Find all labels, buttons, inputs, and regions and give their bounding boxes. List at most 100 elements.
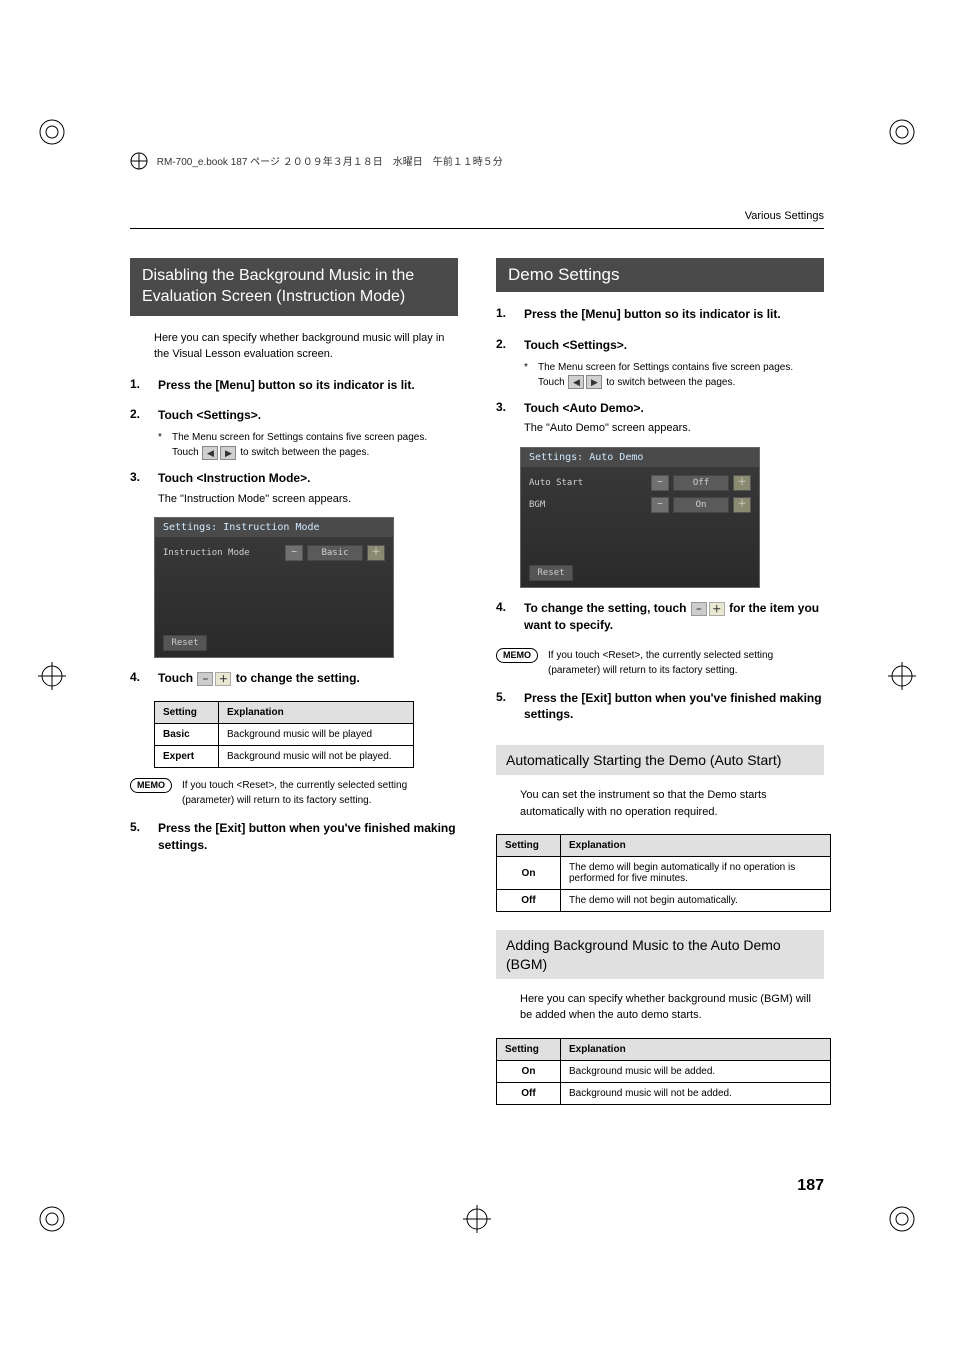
plus-icon: ＋ xyxy=(367,545,385,561)
step-1: 1. Press the [Menu] button so its indica… xyxy=(130,377,458,398)
table-header: Explanation xyxy=(219,702,414,724)
table-cell: Off xyxy=(497,1082,561,1104)
book-header: RM-700_e.book 187 ページ ２００９年３月１８日 水曜日 午前１… xyxy=(130,152,824,173)
screenshot-row-label: Instruction Mode xyxy=(163,548,281,558)
minus-icon: − xyxy=(285,545,303,561)
print-mark-icon xyxy=(888,118,916,146)
step-5: 5. Press the [Exit] button when you've f… xyxy=(130,820,458,858)
step-title: Touch <Settings>. xyxy=(158,407,458,424)
left-banner: Disabling the Background Music in the Ev… xyxy=(130,258,458,316)
auto-start-heading: Automatically Starting the Demo (Auto St… xyxy=(496,745,824,775)
step-5: 5. Press the [Exit] button when you've f… xyxy=(496,690,824,728)
right-arrow-icon: ▶ xyxy=(586,375,602,389)
print-mark-icon xyxy=(38,662,66,690)
step-note-text: The Menu screen for Settings contains fi… xyxy=(538,360,793,375)
header-rule xyxy=(130,228,824,229)
plus-icon: ＋ xyxy=(709,602,725,616)
memo-text: If you touch <Reset>, the currently sele… xyxy=(548,648,824,678)
plus-icon: ＋ xyxy=(215,672,231,686)
step-number: 2. xyxy=(496,337,512,390)
instruction-mode-screenshot: Settings: Instruction Mode Instruction M… xyxy=(154,517,394,658)
step-2: 2. Touch <Settings>. * The Menu screen f… xyxy=(130,407,458,460)
auto-start-table: SettingExplanation OnThe demo will begin… xyxy=(496,834,831,912)
step-title: Press the [Menu] button so its indicator… xyxy=(524,306,824,323)
screenshot-row-value: Off xyxy=(673,475,729,491)
step-number: 3. xyxy=(496,400,512,437)
step-note-text: The Menu screen for Settings contains fi… xyxy=(172,430,427,445)
table-header: Setting xyxy=(497,835,561,857)
table-header: Setting xyxy=(497,1038,561,1060)
minus-icon: − xyxy=(651,475,669,491)
right-column: Demo Settings 1. Press the [Menu] button… xyxy=(496,258,824,1115)
auto-start-intro: You can set the instrument so that the D… xyxy=(520,787,824,820)
table-cell: On xyxy=(497,1060,561,1082)
print-mark-icon xyxy=(888,662,916,690)
table-cell: Background music will not be added. xyxy=(561,1082,831,1104)
step-title: Touch −＋ to change the setting. xyxy=(158,670,458,687)
screenshot-row-value: On xyxy=(673,497,729,513)
step-number: 3. xyxy=(130,470,146,507)
minus-icon: − xyxy=(651,497,669,513)
table-cell: Background music will be added. xyxy=(561,1060,831,1082)
step-title: Press the [Menu] button so its indicator… xyxy=(158,377,458,394)
print-mark-icon xyxy=(463,1205,491,1233)
book-icon xyxy=(130,152,148,173)
step-title: To change the setting, touch −＋ for the … xyxy=(524,600,824,634)
step-title: Press the [Exit] button when you've fini… xyxy=(524,690,824,724)
auto-demo-screenshot: Settings: Auto Demo Auto Start − Off ＋ B… xyxy=(520,447,760,588)
plus-icon: ＋ xyxy=(733,475,751,491)
book-header-text: RM-700_e.book 187 ページ ２００９年３月１８日 水曜日 午前１… xyxy=(157,157,503,168)
section-name: Various Settings xyxy=(745,210,824,222)
step-title: Touch <Auto Demo>. xyxy=(524,400,824,417)
step-3: 3. Touch <Auto Demo>. The "Auto Demo" sc… xyxy=(496,400,824,437)
memo-text: If you touch <Reset>, the currently sele… xyxy=(182,778,458,808)
step-subtext: The "Instruction Mode" screen appears. xyxy=(158,491,458,508)
step-number: 5. xyxy=(130,820,146,858)
table-cell: Background music will be played xyxy=(219,724,414,746)
left-arrow-icon: ◀ xyxy=(202,446,218,460)
left-intro: Here you can specify whether background … xyxy=(154,330,458,363)
table-cell: Expert xyxy=(155,746,219,768)
table-cell: Background music will not be played. xyxy=(219,746,414,768)
screenshot-row-value: Basic xyxy=(307,545,363,561)
step-note-text: Touch ◀▶ to switch between the pages. xyxy=(172,445,427,460)
screenshot-row-label: BGM xyxy=(529,500,647,510)
minus-icon: − xyxy=(691,602,707,616)
step-number: 1. xyxy=(130,377,146,398)
step-number: 4. xyxy=(496,600,512,638)
table-cell: The demo will begin automatically if no … xyxy=(561,857,831,890)
screenshot-title: Settings: Auto Demo xyxy=(521,448,759,467)
table-cell: Basic xyxy=(155,724,219,746)
instruction-mode-table: SettingExplanation BasicBackground music… xyxy=(154,701,414,768)
step-4: 4. Touch −＋ to change the setting. xyxy=(130,670,458,691)
page-number: 187 xyxy=(797,1177,824,1195)
table-header: Setting xyxy=(155,702,219,724)
step-title: Touch <Instruction Mode>. xyxy=(158,470,458,487)
left-column: Disabling the Background Music in the Ev… xyxy=(130,258,458,1115)
reset-button: Reset xyxy=(529,565,573,581)
left-arrow-icon: ◀ xyxy=(568,375,584,389)
step-2: 2. Touch <Settings>. * The Menu screen f… xyxy=(496,337,824,390)
step-number: 1. xyxy=(496,306,512,327)
step-1: 1. Press the [Menu] button so its indica… xyxy=(496,306,824,327)
memo-badge: MEMO xyxy=(496,648,538,663)
step-4: 4. To change the setting, touch −＋ for t… xyxy=(496,600,824,638)
step-3: 3. Touch <Instruction Mode>. The "Instru… xyxy=(130,470,458,507)
asterisk: * xyxy=(158,430,166,460)
minus-icon: − xyxy=(197,672,213,686)
step-subtext: The "Auto Demo" screen appears. xyxy=(524,420,824,437)
table-cell: On xyxy=(497,857,561,890)
memo-badge: MEMO xyxy=(130,778,172,793)
step-title: Touch <Settings>. xyxy=(524,337,824,354)
bgm-heading: Adding Background Music to the Auto Demo… xyxy=(496,930,824,978)
step-title: Press the [Exit] button when you've fini… xyxy=(158,820,458,854)
screenshot-row-label: Auto Start xyxy=(529,478,647,488)
bgm-table: SettingExplanation OnBackground music wi… xyxy=(496,1038,831,1105)
asterisk: * xyxy=(524,360,532,390)
plus-icon: ＋ xyxy=(733,497,751,513)
table-cell: The demo will not begin automatically. xyxy=(561,890,831,912)
memo: MEMO If you touch <Reset>, the currently… xyxy=(130,778,458,808)
table-header: Explanation xyxy=(561,1038,831,1060)
step-number: 4. xyxy=(130,670,146,691)
print-mark-icon xyxy=(888,1205,916,1233)
